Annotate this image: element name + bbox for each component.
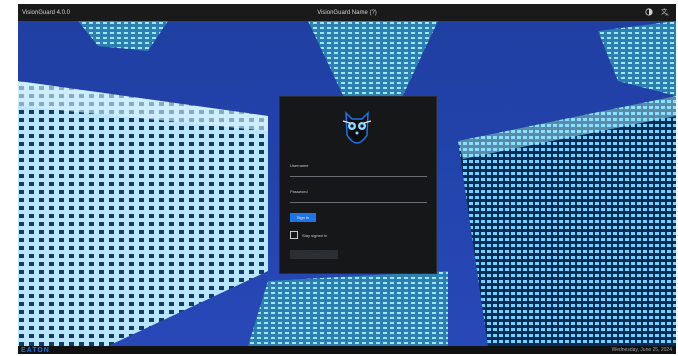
sign-in-button[interactable]: Sign in	[290, 213, 316, 222]
language-icon[interactable]: 文 A	[661, 6, 670, 18]
login-panel: Username Password Sign in Stay signed in…	[279, 96, 437, 274]
owl-logo-icon	[342, 111, 372, 144]
username-input[interactable]	[290, 167, 427, 175]
eaton-logo: EATON	[21, 346, 50, 354]
password-input[interactable]	[290, 193, 427, 201]
footer-bar: EATON Wednesday, June 25, 2024	[18, 346, 676, 354]
stay-signed-in-label: Stay signed in	[302, 232, 328, 238]
footer-date: Wednesday, June 25, 2024	[611, 347, 672, 353]
contrast-icon[interactable]	[645, 7, 653, 18]
top-bar: VisionGuard 4.0.0 VisionGuard Name (?) 文…	[18, 4, 676, 21]
topbar-icons: 文 A	[645, 6, 670, 18]
app-title: VisionGuard Name (?)	[317, 9, 377, 16]
disabled-action-button[interactable]: · · · · · ·	[290, 250, 338, 259]
svg-text:A: A	[666, 12, 669, 16]
app-window: VisionGuard 4.0.0 VisionGuard Name (?) 文…	[18, 4, 676, 354]
password-underline	[290, 202, 427, 203]
stay-signed-in-checkbox[interactable]	[290, 231, 298, 239]
stay-signed-in-option[interactable]: Stay signed in	[290, 231, 327, 239]
username-underline	[290, 176, 427, 177]
